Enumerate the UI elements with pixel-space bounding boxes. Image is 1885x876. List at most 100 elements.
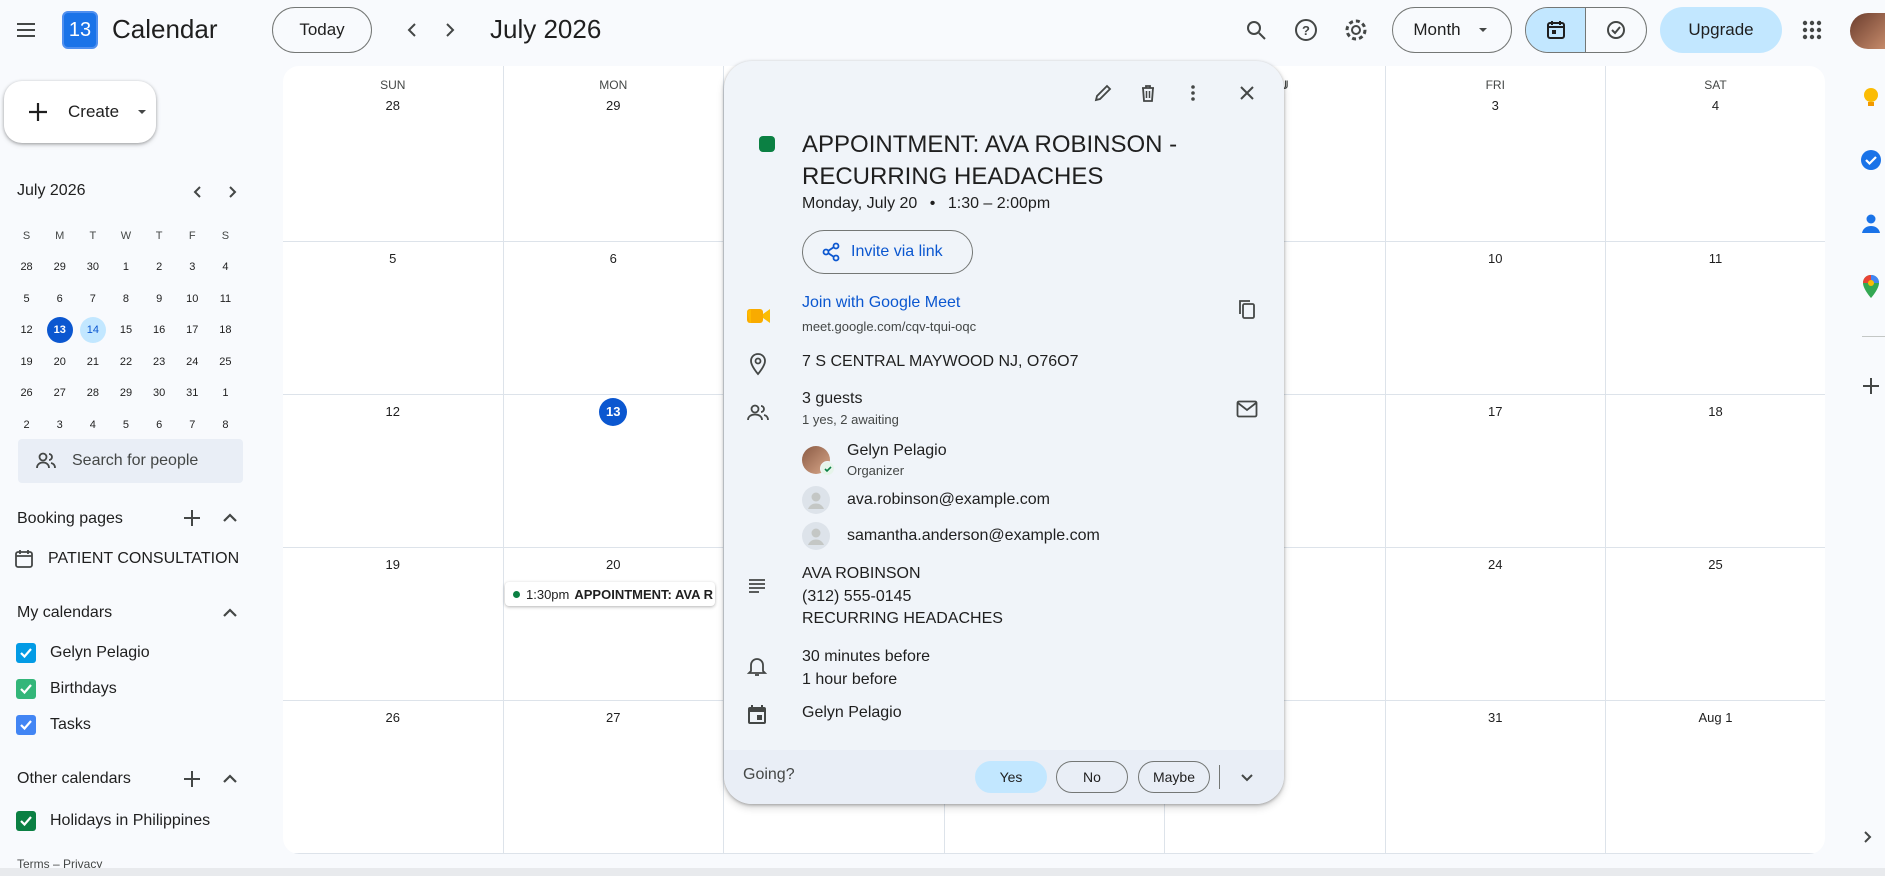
day-cell[interactable]: 6 [503,242,724,395]
main-menu-button[interactable] [6,10,46,50]
view-selector[interactable]: Month [1392,7,1512,53]
day-number[interactable]: 28 [283,98,503,113]
day-cell[interactable]: 18 [1606,395,1825,548]
day-cell[interactable]: 13 [503,395,724,548]
contacts-icon[interactable] [1858,210,1885,237]
day-cell[interactable]: SAT 4 [1606,66,1825,242]
mini-calendar-day[interactable]: 29 [43,254,76,280]
add-booking-page-button[interactable] [172,498,212,538]
day-number[interactable]: 11 [1606,251,1825,266]
keep-icon[interactable] [1858,84,1885,111]
collapse-my-calendars-button[interactable] [210,593,250,633]
mini-calendar-day[interactable]: 5 [109,412,142,438]
calendar-item-holidays[interactable]: Holidays in Philippines [16,811,210,831]
event-chip[interactable]: 1:30pm APPOINTMENT: AVA R [505,582,715,606]
day-number[interactable]: 3 [1386,98,1606,113]
mini-calendar-day[interactable]: 3 [176,254,209,280]
day-cell[interactable]: 11 [1606,242,1825,395]
edit-event-button[interactable] [1083,73,1123,113]
mini-calendar-day[interactable]: 21 [76,349,109,375]
mini-calendar-day[interactable]: 26 [10,380,43,406]
collapse-booking-pages-button[interactable] [210,498,250,538]
booking-page-item[interactable]: PATIENT CONSULTATION [14,549,239,569]
help-button[interactable]: ? [1286,10,1326,50]
mini-calendar-day[interactable]: 31 [176,380,209,406]
mini-calendar-day[interactable]: 30 [76,254,109,280]
rsvp-options-button[interactable] [1227,757,1267,797]
more-options-button[interactable] [1173,73,1213,113]
calendar-item[interactable]: Gelyn Pelagio [16,643,150,663]
mini-calendar-day[interactable]: 15 [109,317,142,343]
day-number[interactable]: 17 [1386,404,1606,419]
day-cell[interactable]: SUN 28 [283,66,504,242]
rsvp-yes-button[interactable]: Yes [975,761,1047,793]
day-cell[interactable]: FRI 3 [1385,66,1606,242]
settings-button[interactable] [1336,10,1376,50]
mini-calendar-day[interactable]: 14 [76,317,109,344]
day-cell[interactable]: 19 [283,548,504,701]
create-button[interactable]: Create [4,81,156,143]
rsvp-maybe-button[interactable]: Maybe [1138,761,1210,793]
mini-calendar-day[interactable]: 12 [10,317,43,343]
mini-calendar-day[interactable]: 22 [109,349,142,375]
day-number[interactable]: 5 [283,251,503,266]
mini-calendar-day[interactable]: 13 [43,317,76,344]
account-avatar[interactable] [1850,13,1885,49]
previous-period-button[interactable] [393,10,433,50]
day-number[interactable]: 10 [1386,251,1606,266]
mini-calendar-day[interactable]: 19 [10,349,43,375]
day-number[interactable]: 6 [504,251,724,266]
mini-calendar-day[interactable]: 30 [143,380,176,406]
checkbox-checked-icon[interactable] [16,679,36,699]
mini-calendar-day[interactable]: 25 [209,349,242,375]
mini-calendar-day[interactable]: 1 [109,254,142,280]
day-cell[interactable]: 26 [283,701,504,854]
today-button[interactable]: Today [272,7,372,53]
calendar-view-toggle[interactable] [1526,8,1587,52]
day-number[interactable]: 19 [283,557,503,572]
mini-calendar-day[interactable]: 17 [176,317,209,343]
mini-calendar-day[interactable]: 3 [43,412,76,438]
horizontal-scrollbar[interactable] [0,868,1885,876]
day-number[interactable]: 26 [283,710,503,725]
close-popup-button[interactable] [1227,73,1267,113]
guest-name-organizer[interactable]: Gelyn Pelagio [847,442,947,460]
add-other-calendar-button[interactable] [172,759,212,799]
calendar-item[interactable]: Birthdays [16,679,117,699]
mini-calendar-day[interactable]: 23 [143,349,176,375]
mini-calendar-day[interactable]: 4 [76,412,109,438]
collapse-other-calendars-button[interactable] [210,759,250,799]
mini-calendar-day[interactable]: 8 [109,286,142,312]
mini-calendar-day[interactable]: 4 [209,254,242,280]
day-cell[interactable]: 10 [1385,242,1606,395]
add-addon-button[interactable] [1858,373,1885,400]
mini-calendar-next-button[interactable] [212,172,252,212]
day-number[interactable]: 4 [1606,98,1825,113]
checkbox-checked-icon[interactable] [16,715,36,735]
mini-calendar-day[interactable]: 9 [143,286,176,312]
mini-calendar-day[interactable]: 24 [176,349,209,375]
mini-calendar-day[interactable]: 11 [209,286,242,312]
expand-side-panel-button[interactable] [1858,827,1885,854]
day-number[interactable]: 31 [1386,710,1606,725]
mini-calendar-day[interactable]: 7 [176,412,209,438]
day-cell[interactable]: 25 [1606,548,1825,701]
checkbox-checked-icon[interactable] [16,811,36,831]
search-button[interactable] [1236,10,1276,50]
rsvp-no-button[interactable]: No [1056,761,1128,793]
day-cell[interactable]: 12 [283,395,504,548]
day-number[interactable]: 13 [504,398,724,426]
mini-calendar-day[interactable]: 18 [209,317,242,343]
mini-calendar-day[interactable]: 27 [43,380,76,406]
calendar-item[interactable]: Tasks [16,715,91,735]
mini-calendar-day[interactable]: 6 [43,286,76,312]
today-day-number[interactable]: 13 [599,398,628,426]
mini-calendar-day[interactable]: 2 [10,412,43,438]
day-number[interactable]: 12 [283,404,503,419]
day-number[interactable]: Aug 1 [1606,710,1825,725]
delete-event-button[interactable] [1128,73,1168,113]
next-period-button[interactable] [429,10,469,50]
day-number[interactable]: 25 [1606,557,1825,572]
checkbox-checked-icon[interactable] [16,643,36,663]
day-number[interactable]: 29 [504,98,724,113]
